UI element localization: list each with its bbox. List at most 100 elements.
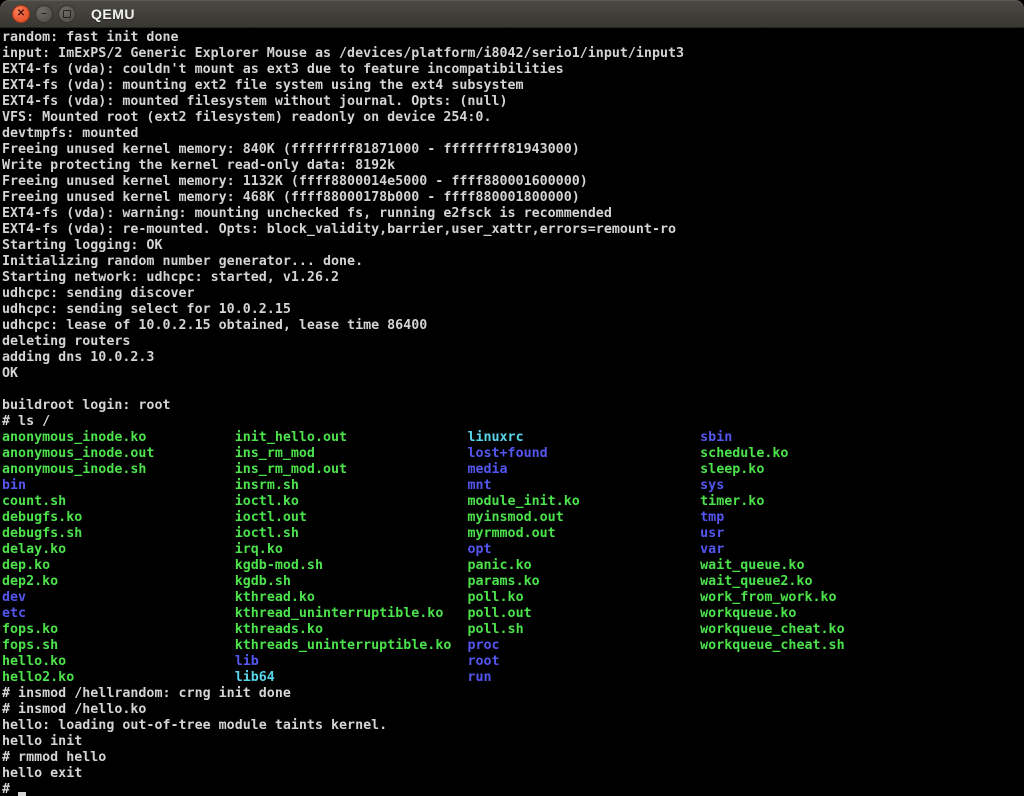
ls-entry: tmp	[700, 510, 724, 525]
ls-output-row: dep.ko kgdb-mod.sh panic.ko wait_queue.k…	[2, 558, 1024, 574]
ls-entry: count.sh	[2, 494, 66, 509]
ls-entry: etc	[2, 606, 26, 621]
column-gap	[323, 558, 467, 573]
ls-entry: hello.ko	[2, 654, 66, 669]
ls-entry: linuxrc	[467, 430, 523, 445]
ls-output-row: hello2.ko lib64 run	[2, 670, 1024, 686]
console-message: random: fast init done	[2, 30, 179, 45]
column-gap	[50, 558, 235, 573]
console-message: deleting routers	[2, 334, 130, 349]
column-gap	[532, 558, 701, 573]
console-message: hello: loading out-of-tree module taints…	[2, 718, 387, 733]
terminal-line	[2, 382, 1024, 398]
ls-entry: myinsmod.out	[467, 510, 563, 525]
console-message: OK	[2, 366, 18, 381]
minimize-button[interactable]: –	[35, 5, 53, 23]
console-message: hello exit	[2, 766, 82, 781]
ls-output-row: delay.ko irq.ko opt var	[2, 542, 1024, 558]
console-message: # insmod /hellrandom: crng init done	[2, 686, 291, 701]
console-message: EXT4-fs (vda): mounting ext2 file system…	[2, 78, 524, 93]
prompt-line: #	[2, 782, 1024, 796]
console-message: udhcpc: sending discover	[2, 286, 195, 301]
ls-output-row: anonymous_inode.sh ins_rm_mod.out media …	[2, 462, 1024, 478]
column-gap	[564, 510, 700, 525]
column-gap	[315, 446, 467, 461]
column-gap	[347, 462, 467, 477]
ls-entry: wait_queue.ko	[700, 558, 804, 573]
console-message: Starting logging: OK	[2, 238, 162, 253]
console-message: EXT4-fs (vda): warning: mounting uncheck…	[2, 206, 612, 221]
ls-output-row: debugfs.ko ioctl.out myinsmod.out tmp	[2, 510, 1024, 526]
column-gap	[443, 606, 467, 621]
console-message: # rmmod hello	[2, 750, 106, 765]
ls-entry: lib	[235, 654, 259, 669]
ls-entry: ins_rm_mod.out	[235, 462, 347, 477]
maximize-button[interactable]	[58, 5, 76, 23]
column-gap	[66, 542, 235, 557]
ls-entry: schedule.ko	[700, 446, 788, 461]
terminal-line: udhcpc: lease of 10.0.2.15 obtained, lea…	[2, 318, 1024, 334]
ls-entry: mnt	[467, 478, 491, 493]
ls-entry: lost+found	[467, 446, 547, 461]
console-message: Initializing random number generator... …	[2, 254, 363, 269]
ls-entry: irq.ko	[235, 542, 283, 557]
column-gap	[82, 526, 234, 541]
column-gap	[259, 654, 468, 669]
ls-entry: opt	[467, 542, 491, 557]
terminal-line: Freeing unused kernel memory: 1132K (fff…	[2, 174, 1024, 190]
terminal-line: # rmmod hello	[2, 750, 1024, 766]
terminal-line: EXT4-fs (vda): mounting ext2 file system…	[2, 78, 1024, 94]
column-gap	[74, 670, 234, 685]
ls-entry: dep.ko	[2, 558, 50, 573]
column-gap	[58, 638, 235, 653]
column-gap	[315, 590, 467, 605]
console-message: Write protecting the kernel read-only da…	[2, 158, 395, 173]
maximize-icon	[63, 10, 71, 18]
terminal-line: Starting network: udhcpc: started, v1.26…	[2, 270, 1024, 286]
console-message: VFS: Mounted root (ext2 filesystem) read…	[2, 110, 491, 125]
column-gap	[299, 494, 468, 509]
console-message: buildroot login: root	[2, 398, 171, 413]
ls-output-row: fops.ko kthreads.ko poll.sh workqueue_ch…	[2, 622, 1024, 638]
column-gap	[524, 430, 701, 445]
ls-entry: kgdb-mod.sh	[235, 558, 323, 573]
ls-entry: timer.ko	[700, 494, 764, 509]
window-titlebar[interactable]: ✕ – QEMU	[0, 0, 1024, 28]
terminal-screen[interactable]: random: fast init doneinput: ImExPS/2 Ge…	[0, 28, 1024, 796]
column-gap	[451, 638, 467, 653]
column-gap	[299, 478, 468, 493]
terminal-line: EXT4-fs (vda): warning: mounting uncheck…	[2, 206, 1024, 222]
ls-entry: bin	[2, 478, 26, 493]
ls-entry: sys	[700, 478, 724, 493]
ls-output-row: fops.sh kthreads_uninterruptible.ko proc…	[2, 638, 1024, 654]
terminal-line: EXT4-fs (vda): mounted filesystem withou…	[2, 94, 1024, 110]
column-gap	[524, 622, 701, 637]
terminal-line: OK	[2, 366, 1024, 382]
ls-entry: myrmmod.out	[467, 526, 555, 541]
ls-entry: sleep.ko	[700, 462, 764, 477]
column-gap	[347, 430, 467, 445]
ls-entry: ins_rm_mod	[235, 446, 315, 461]
qemu-window: ✕ – QEMU random: fast init doneinput: Im…	[0, 0, 1024, 796]
ls-entry: ioctl.out	[235, 510, 307, 525]
close-button[interactable]: ✕	[12, 5, 30, 23]
window-title: QEMU	[91, 6, 135, 22]
console-message: Starting network: udhcpc: started, v1.26…	[2, 270, 339, 285]
ls-entry: usr	[700, 526, 724, 541]
console-message: EXT4-fs (vda): couldn't mount as ext3 du…	[2, 62, 564, 77]
ls-output-row: hello.ko lib root	[2, 654, 1024, 670]
column-gap	[492, 478, 701, 493]
console-message: adding dns 10.0.2.3	[2, 350, 154, 365]
terminal-line: udhcpc: sending discover	[2, 286, 1024, 302]
terminal-line: hello init	[2, 734, 1024, 750]
column-gap	[154, 446, 234, 461]
ls-entry: workqueue.ko	[700, 606, 796, 621]
column-gap	[66, 494, 235, 509]
column-gap	[146, 430, 234, 445]
ls-entry: debugfs.sh	[2, 526, 82, 541]
column-gap	[291, 574, 468, 589]
column-gap	[58, 622, 235, 637]
column-gap	[275, 670, 468, 685]
terminal-line: # insmod /hellrandom: crng init done	[2, 686, 1024, 702]
ls-output-row: anonymous_inode.out ins_rm_mod lost+foun…	[2, 446, 1024, 462]
